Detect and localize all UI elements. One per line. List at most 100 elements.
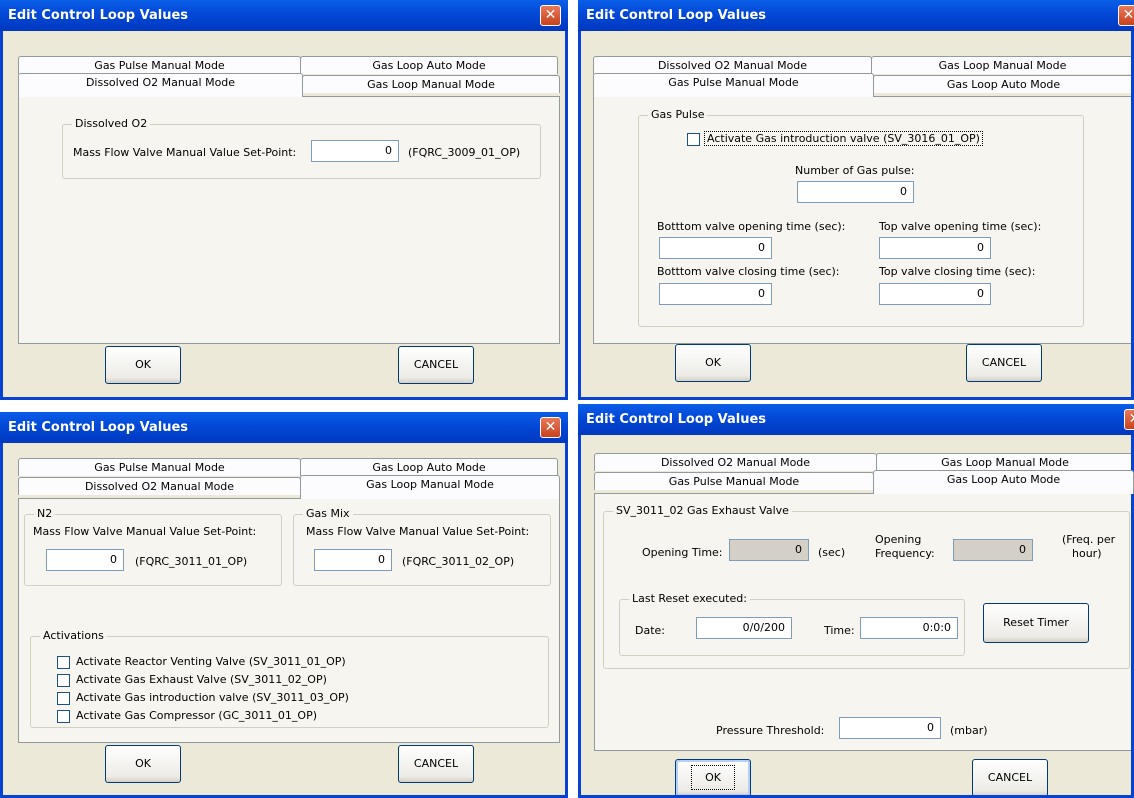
n2-tag: (FQRC_3011_01_OP): [135, 555, 248, 568]
group-title: Gas Pulse: [648, 108, 708, 121]
close-icon[interactable]: ✕: [540, 417, 561, 438]
tab-panel: N2 Mass Flow Valve Manual Value Set-Poin…: [18, 498, 560, 743]
activation-label[interactable]: Activate Gas Exhaust Valve (SV_3011_02_O…: [76, 673, 327, 686]
bottom-open-label: Botttom valve opening time (sec):: [657, 220, 846, 233]
tab-gas-pulse[interactable]: Gas Pulse Manual Mode: [18, 458, 301, 476]
dialog-gas-loop-manual: Edit Control Loop Values ✕ Gas Pulse Man…: [0, 412, 568, 798]
activate-gas-intro-checkbox[interactable]: [687, 133, 700, 146]
mix-mfv-label: Mass Flow Valve Manual Value Set-Point:: [306, 525, 530, 538]
tab-gas-loop-auto[interactable]: Gas Loop Auto Mode: [873, 75, 1134, 93]
tab-gas-pulse[interactable]: Gas Pulse Manual Mode: [594, 472, 874, 490]
opening-time-input: 0: [729, 539, 809, 561]
group-exhaust-valve: SV_3011_02 Gas Exhaust Valve Opening Tim…: [603, 504, 1130, 669]
ok-button[interactable]: OK: [105, 346, 181, 384]
close-icon[interactable]: ✕: [540, 5, 561, 26]
time-label: Time:: [824, 624, 855, 637]
opening-freq-input: 0: [953, 539, 1033, 561]
dialog-title: Edit Control Loop Values: [8, 8, 189, 23]
group-last-reset: Last Reset executed: Date: 0/0/200 Time:…: [619, 592, 965, 656]
ok-label: OK: [691, 765, 735, 790]
dialog-title-bar: Edit Control Loop Values: [578, 0, 1134, 31]
dialog-title: Edit Control Loop Values: [586, 8, 767, 23]
bottom-close-label: Botttom valve closing time (sec):: [657, 265, 840, 278]
close-icon[interactable]: ✕: [1118, 5, 1134, 26]
top-close-input[interactable]: 0: [879, 283, 991, 305]
tab-gas-pulse[interactable]: Gas Pulse Manual Mode: [593, 73, 874, 97]
pressure-unit: (mbar): [950, 724, 988, 737]
mfv-tag: (FQRC_3009_01_OP): [408, 146, 521, 159]
cancel-button[interactable]: CANCEL: [398, 346, 474, 384]
dialog-gas-pulse: Edit Control Loop Values ✕ Dissolved O2 …: [578, 0, 1134, 400]
dialog-body: Gas Pulse Manual Mode Gas Loop Auto Mode…: [3, 31, 565, 397]
reset-timer-button[interactable]: Reset Timer: [983, 603, 1089, 643]
opening-time-unit: (sec): [818, 546, 846, 559]
n2-mfv-label: Mass Flow Valve Manual Value Set-Point:: [33, 525, 257, 538]
mix-tag: (FQRC_3011_02_OP): [402, 555, 515, 568]
activation-checkbox[interactable]: [57, 656, 70, 669]
tab-gas-loop-auto[interactable]: Gas Loop Auto Mode: [300, 458, 558, 476]
activation-label[interactable]: Activate Reactor Venting Valve (SV_3011_…: [76, 655, 346, 668]
dialog-body: Dissolved O2 Manual Mode Gas Loop Manual…: [581, 435, 1134, 797]
group-gas-pulse: Gas Pulse Activate Gas introduction valv…: [638, 108, 1084, 327]
group-title: N2: [34, 507, 56, 520]
top-open-input[interactable]: 0: [879, 237, 991, 259]
activation-label[interactable]: Activate Gas Compressor (GC_3011_01_OP): [76, 709, 317, 722]
cancel-button[interactable]: CANCEL: [972, 759, 1048, 797]
date-input[interactable]: 0/0/200: [696, 617, 792, 639]
tab-dissolved-o2[interactable]: Dissolved O2 Manual Mode: [593, 56, 872, 74]
tab-gas-loop-manual[interactable]: Gas Loop Manual Mode: [300, 475, 560, 499]
opening-freq-label: Opening: [875, 533, 922, 546]
tab-dissolved-o2[interactable]: Dissolved O2 Manual Mode: [18, 73, 303, 97]
cancel-button[interactable]: CANCEL: [966, 344, 1042, 382]
opening-freq-label: Frequency:: [875, 547, 935, 560]
cancel-button[interactable]: CANCEL: [398, 745, 474, 783]
tab-panel: Dissolved O2 Mass Flow Valve Manual Valu…: [18, 96, 560, 344]
bottom-open-input[interactable]: 0: [659, 237, 772, 259]
bottom-close-input[interactable]: 0: [659, 283, 772, 305]
tab-gas-loop-auto[interactable]: Gas Loop Auto Mode: [300, 56, 558, 74]
tab-dissolved-o2[interactable]: Dissolved O2 Manual Mode: [18, 477, 301, 495]
activation-checkbox[interactable]: [57, 710, 70, 723]
top-open-label: Top valve opening time (sec):: [879, 220, 1042, 233]
group-gas-mix: Gas Mix Mass Flow Valve Manual Value Set…: [293, 507, 551, 586]
close-icon[interactable]: ✕: [1124, 409, 1134, 430]
dialog-dissolved-o2: Edit Control Loop Values ✕ Gas Pulse Man…: [0, 0, 568, 400]
mix-setpoint-input[interactable]: 0: [314, 549, 392, 571]
tab-gas-loop-auto[interactable]: Gas Loop Auto Mode: [873, 470, 1134, 494]
top-close-label: Top valve closing time (sec):: [879, 265, 1036, 278]
activation-checkbox[interactable]: [57, 692, 70, 705]
tab-gas-pulse[interactable]: Gas Pulse Manual Mode: [18, 56, 301, 74]
tab-gas-loop-manual[interactable]: Gas Loop Manual Mode: [871, 56, 1134, 74]
ok-button[interactable]: OK: [675, 344, 751, 382]
tab-dissolved-o2[interactable]: Dissolved O2 Manual Mode: [594, 453, 877, 471]
tab-gas-loop-manual[interactable]: Gas Loop Manual Mode: [302, 75, 560, 93]
n2-setpoint-input[interactable]: 0: [46, 549, 124, 571]
group-title: Last Reset executed:: [629, 592, 750, 605]
group-title: Activations: [40, 629, 107, 642]
opening-time-label: Opening Time:: [642, 546, 723, 559]
date-label: Date:: [635, 624, 665, 637]
time-input[interactable]: 0:0:0: [860, 617, 958, 639]
dialog-gas-loop-auto: Edit Control Loop Values ✕ Dissolved O2 …: [578, 404, 1134, 798]
dialog-body: Gas Pulse Manual Mode Gas Loop Auto Mode…: [3, 443, 565, 795]
dialog-body: Dissolved O2 Manual Mode Gas Loop Manual…: [581, 31, 1134, 397]
tab-panel: SV_3011_02 Gas Exhaust Valve Opening Tim…: [594, 493, 1134, 751]
ok-button[interactable]: OK: [105, 745, 181, 783]
pressure-threshold-input[interactable]: 0: [839, 717, 941, 739]
tab-gas-loop-manual[interactable]: Gas Loop Manual Mode: [876, 453, 1134, 471]
ok-button[interactable]: OK: [675, 759, 751, 797]
group-title: Gas Mix: [303, 507, 353, 520]
dialog-title: Edit Control Loop Values: [586, 412, 767, 427]
num-pulse-input[interactable]: 0: [797, 181, 914, 203]
activation-label[interactable]: Activate Gas introduction valve (SV_3011…: [76, 691, 349, 704]
dialog-title-bar: Edit Control Loop Values: [0, 412, 568, 443]
dialog-title-bar: Edit Control Loop Values: [0, 0, 568, 31]
group-activations: Activations Activate Reactor Venting Val…: [30, 629, 549, 728]
group-n2: N2 Mass Flow Valve Manual Value Set-Poin…: [24, 507, 282, 586]
mfv-label: Mass Flow Valve Manual Value Set-Point:: [73, 146, 297, 159]
activate-gas-intro-label[interactable]: Activate Gas introduction valve (SV_3016…: [704, 131, 983, 146]
activation-checkbox[interactable]: [57, 674, 70, 687]
tab-panel: Gas Pulse Activate Gas introduction valv…: [593, 96, 1134, 344]
mfv-setpoint-input[interactable]: 0: [311, 140, 399, 162]
group-title: SV_3011_02 Gas Exhaust Valve: [613, 504, 792, 517]
